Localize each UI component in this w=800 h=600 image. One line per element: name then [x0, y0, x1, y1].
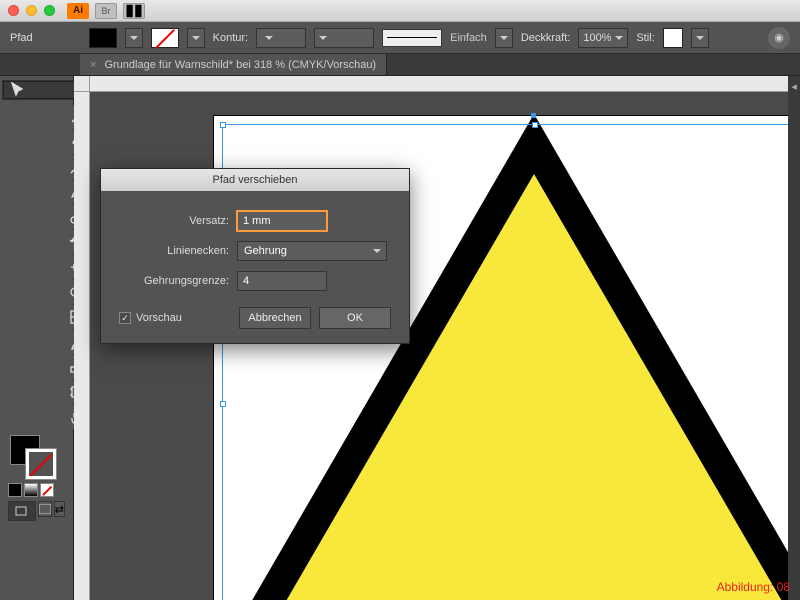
offset-input[interactable]	[237, 211, 327, 231]
traffic-lights	[8, 5, 55, 16]
screen-mode-row: ⇄	[2, 499, 71, 523]
preview-checkbox[interactable]: ✓Vorschau	[119, 312, 182, 324]
stroke-dropdown[interactable]	[187, 28, 205, 48]
anchor-apex[interactable]	[531, 113, 536, 118]
color-mode-solid[interactable]	[8, 483, 22, 497]
opacity-field[interactable]: 100%	[578, 28, 628, 48]
document-title: Grundlage für Warnschild* bei 318 % (CMY…	[104, 59, 376, 71]
brush-dropdown[interactable]	[495, 28, 513, 48]
dialog-titlebar[interactable]: Pfad verschieben	[101, 169, 409, 191]
figure-caption: Abbildung: 08	[717, 580, 790, 594]
joins-select[interactable]: Gehrung	[237, 241, 387, 261]
document-tab[interactable]: × Grundlage für Warnschild* bei 318 % (C…	[80, 54, 387, 75]
color-mode-row	[2, 481, 71, 499]
miter-input[interactable]	[237, 271, 327, 291]
joins-label: Linienecken:	[119, 245, 229, 257]
fill-dropdown[interactable]	[125, 28, 143, 48]
joins-value: Gehrung	[244, 245, 287, 257]
screen-mode-switch[interactable]: ⇄	[54, 501, 65, 517]
cancel-button[interactable]: Abbrechen	[239, 307, 311, 329]
ruler-origin[interactable]	[74, 76, 90, 92]
zoom-icon[interactable]	[44, 5, 55, 16]
bridge-button[interactable]: Br	[95, 3, 117, 19]
handle-n[interactable]	[532, 122, 538, 128]
color-mode-none[interactable]	[40, 483, 54, 497]
close-icon[interactable]	[8, 5, 19, 16]
miter-label: Gehrungsgrenze:	[119, 275, 229, 287]
panel-dock-collapsed[interactable]: ◂	[788, 76, 800, 600]
selection-type-label: Pfad	[10, 32, 33, 44]
brush-preview[interactable]	[382, 29, 442, 47]
stroke-proxy[interactable]	[26, 449, 56, 479]
minimize-icon[interactable]	[26, 5, 37, 16]
screen-mode-normal[interactable]	[8, 501, 36, 521]
handle-w[interactable]	[220, 401, 226, 407]
handle-nw[interactable]	[220, 122, 226, 128]
document-tab-bar: × Grundlage für Warnschild* bei 318 % (C…	[0, 54, 800, 76]
var-width-dropdown[interactable]	[314, 28, 374, 48]
graphic-style-swatch[interactable]	[663, 28, 683, 48]
offset-path-dialog: Pfad verschieben Versatz: Linienecken: G…	[100, 168, 410, 344]
window-titlebar: Ai Br	[0, 0, 800, 22]
tool-panel: ⇄	[0, 76, 74, 600]
offset-label: Versatz:	[119, 215, 229, 227]
arrange-button[interactable]	[123, 3, 145, 19]
control-bar: Pfad Kontur: Einfach Deckkraft: 100% Sti…	[0, 22, 800, 54]
color-mode-gradient[interactable]	[24, 483, 38, 497]
opacity-label: Deckkraft:	[521, 32, 571, 44]
stroke-weight-field[interactable]	[256, 28, 306, 48]
ruler-horizontal[interactable]	[90, 76, 800, 92]
color-proxy[interactable]	[8, 435, 65, 479]
preview-label: Vorschau	[136, 312, 182, 324]
fill-swatch[interactable]	[89, 28, 117, 48]
tab-close-icon[interactable]: ×	[90, 59, 96, 71]
ok-button[interactable]: OK	[319, 307, 391, 329]
stroke-swatch[interactable]	[151, 28, 179, 48]
chevron-down-icon	[373, 249, 381, 253]
dialog-title: Pfad verschieben	[213, 174, 298, 186]
style-dropdown[interactable]	[691, 28, 709, 48]
screen-mode-full[interactable]	[38, 501, 52, 517]
panel-menu-icon[interactable]: ◉	[768, 27, 790, 49]
app-badge: Ai	[67, 3, 89, 19]
style-label: Stil:	[636, 32, 654, 44]
stroke-label: Kontur:	[213, 32, 248, 44]
brush-style-label: Einfach	[450, 32, 487, 44]
ruler-vertical[interactable]	[74, 92, 90, 600]
